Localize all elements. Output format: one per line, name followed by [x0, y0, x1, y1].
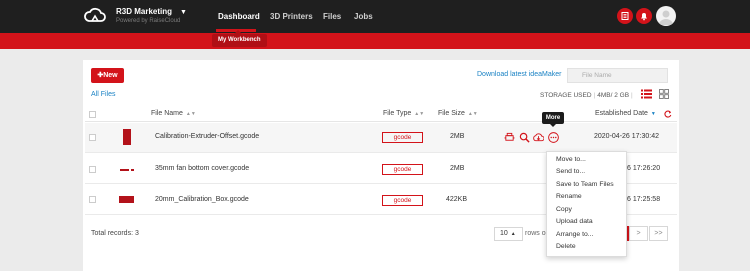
- nav-dashboard[interactable]: Dashboard: [218, 12, 260, 21]
- grid-view-icon[interactable]: [659, 89, 669, 99]
- file-name[interactable]: 20mm_Calibration_Box.gcode: [155, 196, 249, 203]
- file-thumbnail: [123, 129, 131, 145]
- tooltip-arrow: [550, 124, 556, 127]
- download-ideamaker-link[interactable]: Download latest ideaMaker: [477, 71, 561, 78]
- storage-used: STORAGE USED | 4MB/ 2 GB |: [540, 92, 633, 99]
- menu-item-move-to[interactable]: Move to...: [556, 156, 586, 163]
- nav-3d-printers[interactable]: 3D Printers: [270, 12, 313, 21]
- menu-item-copy[interactable]: Copy: [556, 206, 572, 213]
- org-name: R3D Marketing: [116, 7, 173, 16]
- more-options-menu: Move to... Send to... Save to Team Files…: [546, 151, 627, 257]
- more-tooltip: More: [542, 112, 564, 124]
- menu-item-upload-data[interactable]: Upload data: [556, 218, 593, 225]
- task-list-icon[interactable]: [617, 8, 633, 24]
- column-file-size[interactable]: File Size ▲▼: [438, 110, 478, 117]
- menu-item-send-to[interactable]: Send to...: [556, 168, 585, 175]
- chevron-down-icon: ▼: [180, 9, 187, 16]
- brand-subtitle: Powered by RaiseCloud: [116, 18, 181, 24]
- refresh-icon[interactable]: [664, 110, 672, 118]
- row-checkbox[interactable]: [89, 196, 96, 203]
- file-size: 2MB: [450, 165, 465, 172]
- bell-icon[interactable]: [636, 8, 652, 24]
- row-checkbox[interactable]: [89, 134, 96, 141]
- established-date: 6 17:26:20: [627, 165, 661, 172]
- file-name-search-input[interactable]: File Name: [567, 68, 668, 83]
- cloud-logo-icon[interactable]: [84, 7, 106, 23]
- sub-header-bar: [0, 33, 750, 49]
- file-thumbnail-part: [131, 169, 134, 171]
- menu-item-rename[interactable]: Rename: [556, 193, 582, 200]
- preview-search-icon[interactable]: [519, 132, 530, 143]
- file-name[interactable]: 35mm fan bottom cover.gcode: [155, 165, 249, 172]
- file-name[interactable]: Calibration-Extruder-Offset.gcode: [155, 133, 259, 140]
- file-thumbnail: [119, 196, 134, 203]
- column-established-date[interactable]: Established Date ▼: [595, 110, 656, 117]
- column-file-type[interactable]: File Type ▲▼: [383, 110, 424, 117]
- print-icon[interactable]: [504, 132, 515, 143]
- nav-jobs[interactable]: Jobs: [354, 12, 373, 21]
- menu-item-save-to-team-files[interactable]: Save to Team Files: [556, 181, 614, 188]
- sort-icon: ▲▼: [185, 111, 196, 117]
- nav-files[interactable]: Files: [323, 12, 341, 21]
- chevron-up-icon: ▲: [510, 231, 516, 237]
- menu-item-arrange-to[interactable]: Arrange to...: [556, 231, 593, 238]
- sort-icon: ▲▼: [467, 111, 478, 117]
- file-type-badge: gcode: [382, 164, 423, 175]
- new-file-button[interactable]: ✚New: [91, 68, 124, 83]
- user-avatar[interactable]: [656, 6, 676, 26]
- select-all-checkbox[interactable]: [89, 111, 96, 118]
- page-size-select[interactable]: 10 ▲: [494, 227, 523, 241]
- file-size: 422KB: [446, 196, 468, 203]
- total-records: Total records: 3: [91, 230, 139, 237]
- file-size: 2MB: [450, 133, 465, 140]
- storage-value: 4MB/ 2 GB: [597, 92, 630, 99]
- sort-desc-icon: ▼: [650, 111, 656, 117]
- established-date: 6 17:25:58: [627, 196, 661, 203]
- file-type-badge: gcode: [382, 132, 423, 143]
- org-switcher[interactable]: R3D Marketing ▼: [116, 7, 187, 16]
- row-checkbox[interactable]: [89, 166, 96, 173]
- established-date: 2020-04-26 17:30:42: [594, 133, 659, 140]
- file-type-badge: gcode: [382, 195, 423, 206]
- sort-icon: ▲▼: [414, 111, 425, 117]
- column-file-name[interactable]: File Name ▲▼: [151, 110, 196, 117]
- cloud-download-icon[interactable]: [533, 132, 544, 143]
- file-thumbnail: [120, 169, 129, 171]
- menu-item-delete[interactable]: Delete: [556, 243, 576, 250]
- my-workbench-tab[interactable]: My Workbench: [212, 34, 267, 47]
- last-page-button[interactable]: >>: [649, 226, 668, 241]
- all-files-breadcrumb[interactable]: All Files: [91, 91, 116, 98]
- more-options-icon[interactable]: [548, 132, 559, 143]
- next-page-button[interactable]: >: [629, 226, 648, 241]
- storage-label: STORAGE USED: [540, 92, 592, 99]
- list-view-icon[interactable]: [641, 89, 652, 99]
